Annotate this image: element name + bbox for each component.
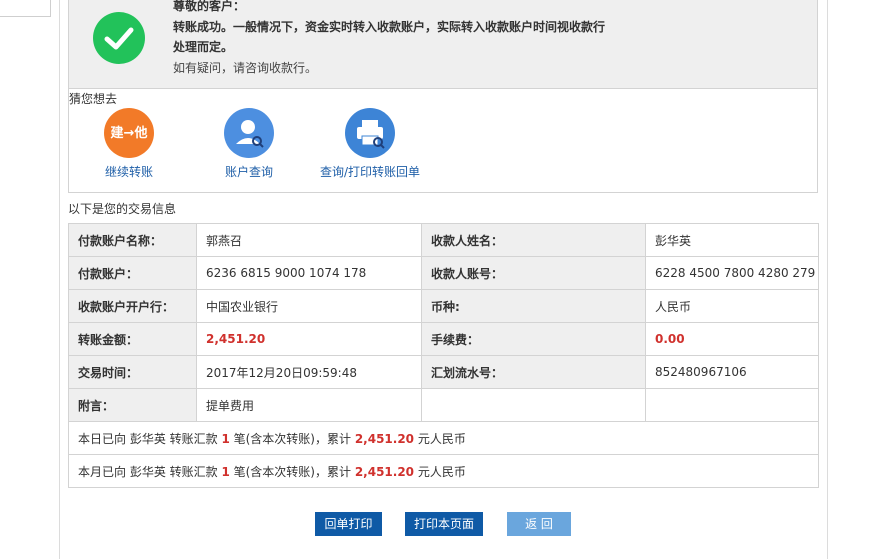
payee-account-value: 6228 4500 7800 4280 279: [645, 256, 819, 290]
success-check-icon: [93, 12, 145, 64]
fee-value: 0.00: [645, 322, 819, 356]
daily-summary: 本日已向 彭华英 转账汇款 1 笔(含本次转账)，累计 2,451.20 元人民…: [68, 421, 819, 455]
amount-value: 2,451.20: [196, 322, 422, 356]
payee-name-label: 收款人姓名：: [421, 223, 646, 257]
amount-label: 转账金额：: [68, 322, 197, 356]
transfer-icon: 建→他: [104, 108, 154, 158]
greeting-text: 尊敬的客户：: [173, 0, 246, 13]
query-print-receipt-label: 查询/打印转账回单: [319, 165, 421, 179]
table-row: 付款账户名称： 郭燕召 收款人姓名： 彭华英: [68, 223, 819, 257]
remark-value: 提单费用: [196, 388, 422, 422]
continue-transfer-link[interactable]: 建→他 继续转账: [64, 108, 194, 180]
transaction-table: 付款账户名称： 郭燕召 收款人姓名： 彭华英 付款账户： 6236 6815 9…: [68, 223, 819, 488]
transaction-time-value: 2017年12月20日09:59:48: [196, 355, 422, 389]
success-notice: 尊敬的客户： 转账成功。一般情况下，资金实时转入收款账户，实际转入收款账户时间视…: [68, 0, 818, 89]
account-query-link[interactable]: 账户查询: [184, 108, 314, 180]
payer-account-value: 6236 6815 9000 1074 178: [196, 256, 422, 290]
table-row: 收款账户开户行： 中国农业银行 币种: 人民币: [68, 289, 819, 323]
empty-cell: [421, 388, 646, 422]
back-button[interactable]: 返 回: [507, 512, 571, 536]
fee-label: 手续费：: [421, 322, 646, 356]
table-row: 付款账户： 6236 6815 9000 1074 178 收款人账号： 622…: [68, 256, 819, 290]
success-message-line1: 转账成功。一般情况下，资金实时转入收款账户，实际转入收款账户时间视收款行: [173, 20, 606, 34]
transaction-info-title: 以下是您的交易信息: [68, 202, 177, 216]
print-page-button[interactable]: 打印本页面: [405, 512, 483, 536]
user-search-icon: [224, 108, 274, 158]
payee-bank-value: 中国农业银行: [196, 289, 422, 323]
table-row: 附言： 提单费用: [68, 388, 819, 422]
remark-label: 附言：: [68, 388, 197, 422]
payee-bank-label: 收款账户开户行：: [68, 289, 197, 323]
guess-you-want-section: 猜您想去 建→他 继续转账 账户查询 查询/打印转账回单: [68, 88, 818, 193]
printer-icon: [345, 108, 395, 158]
payee-name-value: 彭华英: [645, 223, 819, 257]
table-row: 本月已向 彭华英 转账汇款 1 笔(含本次转账)，累计 2,451.20 元人民…: [68, 454, 819, 488]
table-row: 本日已向 彭华英 转账汇款 1 笔(含本次转账)，累计 2,451.20 元人民…: [68, 421, 819, 455]
query-print-receipt-link[interactable]: 查询/打印转账回单: [305, 108, 435, 180]
consult-message: 如有疑问，请咨询收款行。: [173, 61, 318, 75]
currency-label: 币种:: [421, 289, 646, 323]
currency-value: 人民币: [645, 289, 819, 323]
payee-account-label: 收款人账号：: [421, 256, 646, 290]
table-row: 交易时间： 2017年12月20日09:59:48 汇划流水号： 8524809…: [68, 355, 819, 389]
account-query-label: 账户查询: [224, 165, 273, 179]
table-row: 转账金额： 2,451.20 手续费： 0.00: [68, 322, 819, 356]
top-left-box: [0, 0, 51, 17]
monthly-summary: 本月已向 彭华英 转账汇款 1 笔(含本次转账)，累计 2,451.20 元人民…: [68, 454, 819, 488]
serial-number-value: 852480967106: [645, 355, 819, 389]
empty-cell: [645, 388, 819, 422]
payer-name-label: 付款账户名称：: [68, 223, 197, 257]
serial-number-label: 汇划流水号：: [421, 355, 646, 389]
payer-name-value: 郭燕召: [196, 223, 422, 257]
payer-account-label: 付款账户：: [68, 256, 197, 290]
print-receipt-button[interactable]: 回单打印: [315, 512, 382, 536]
transaction-time-label: 交易时间：: [68, 355, 197, 389]
guess-title: 猜您想去: [69, 92, 118, 106]
continue-transfer-label: 继续转账: [104, 165, 153, 179]
success-message-line2: 处理而定。: [173, 40, 234, 54]
